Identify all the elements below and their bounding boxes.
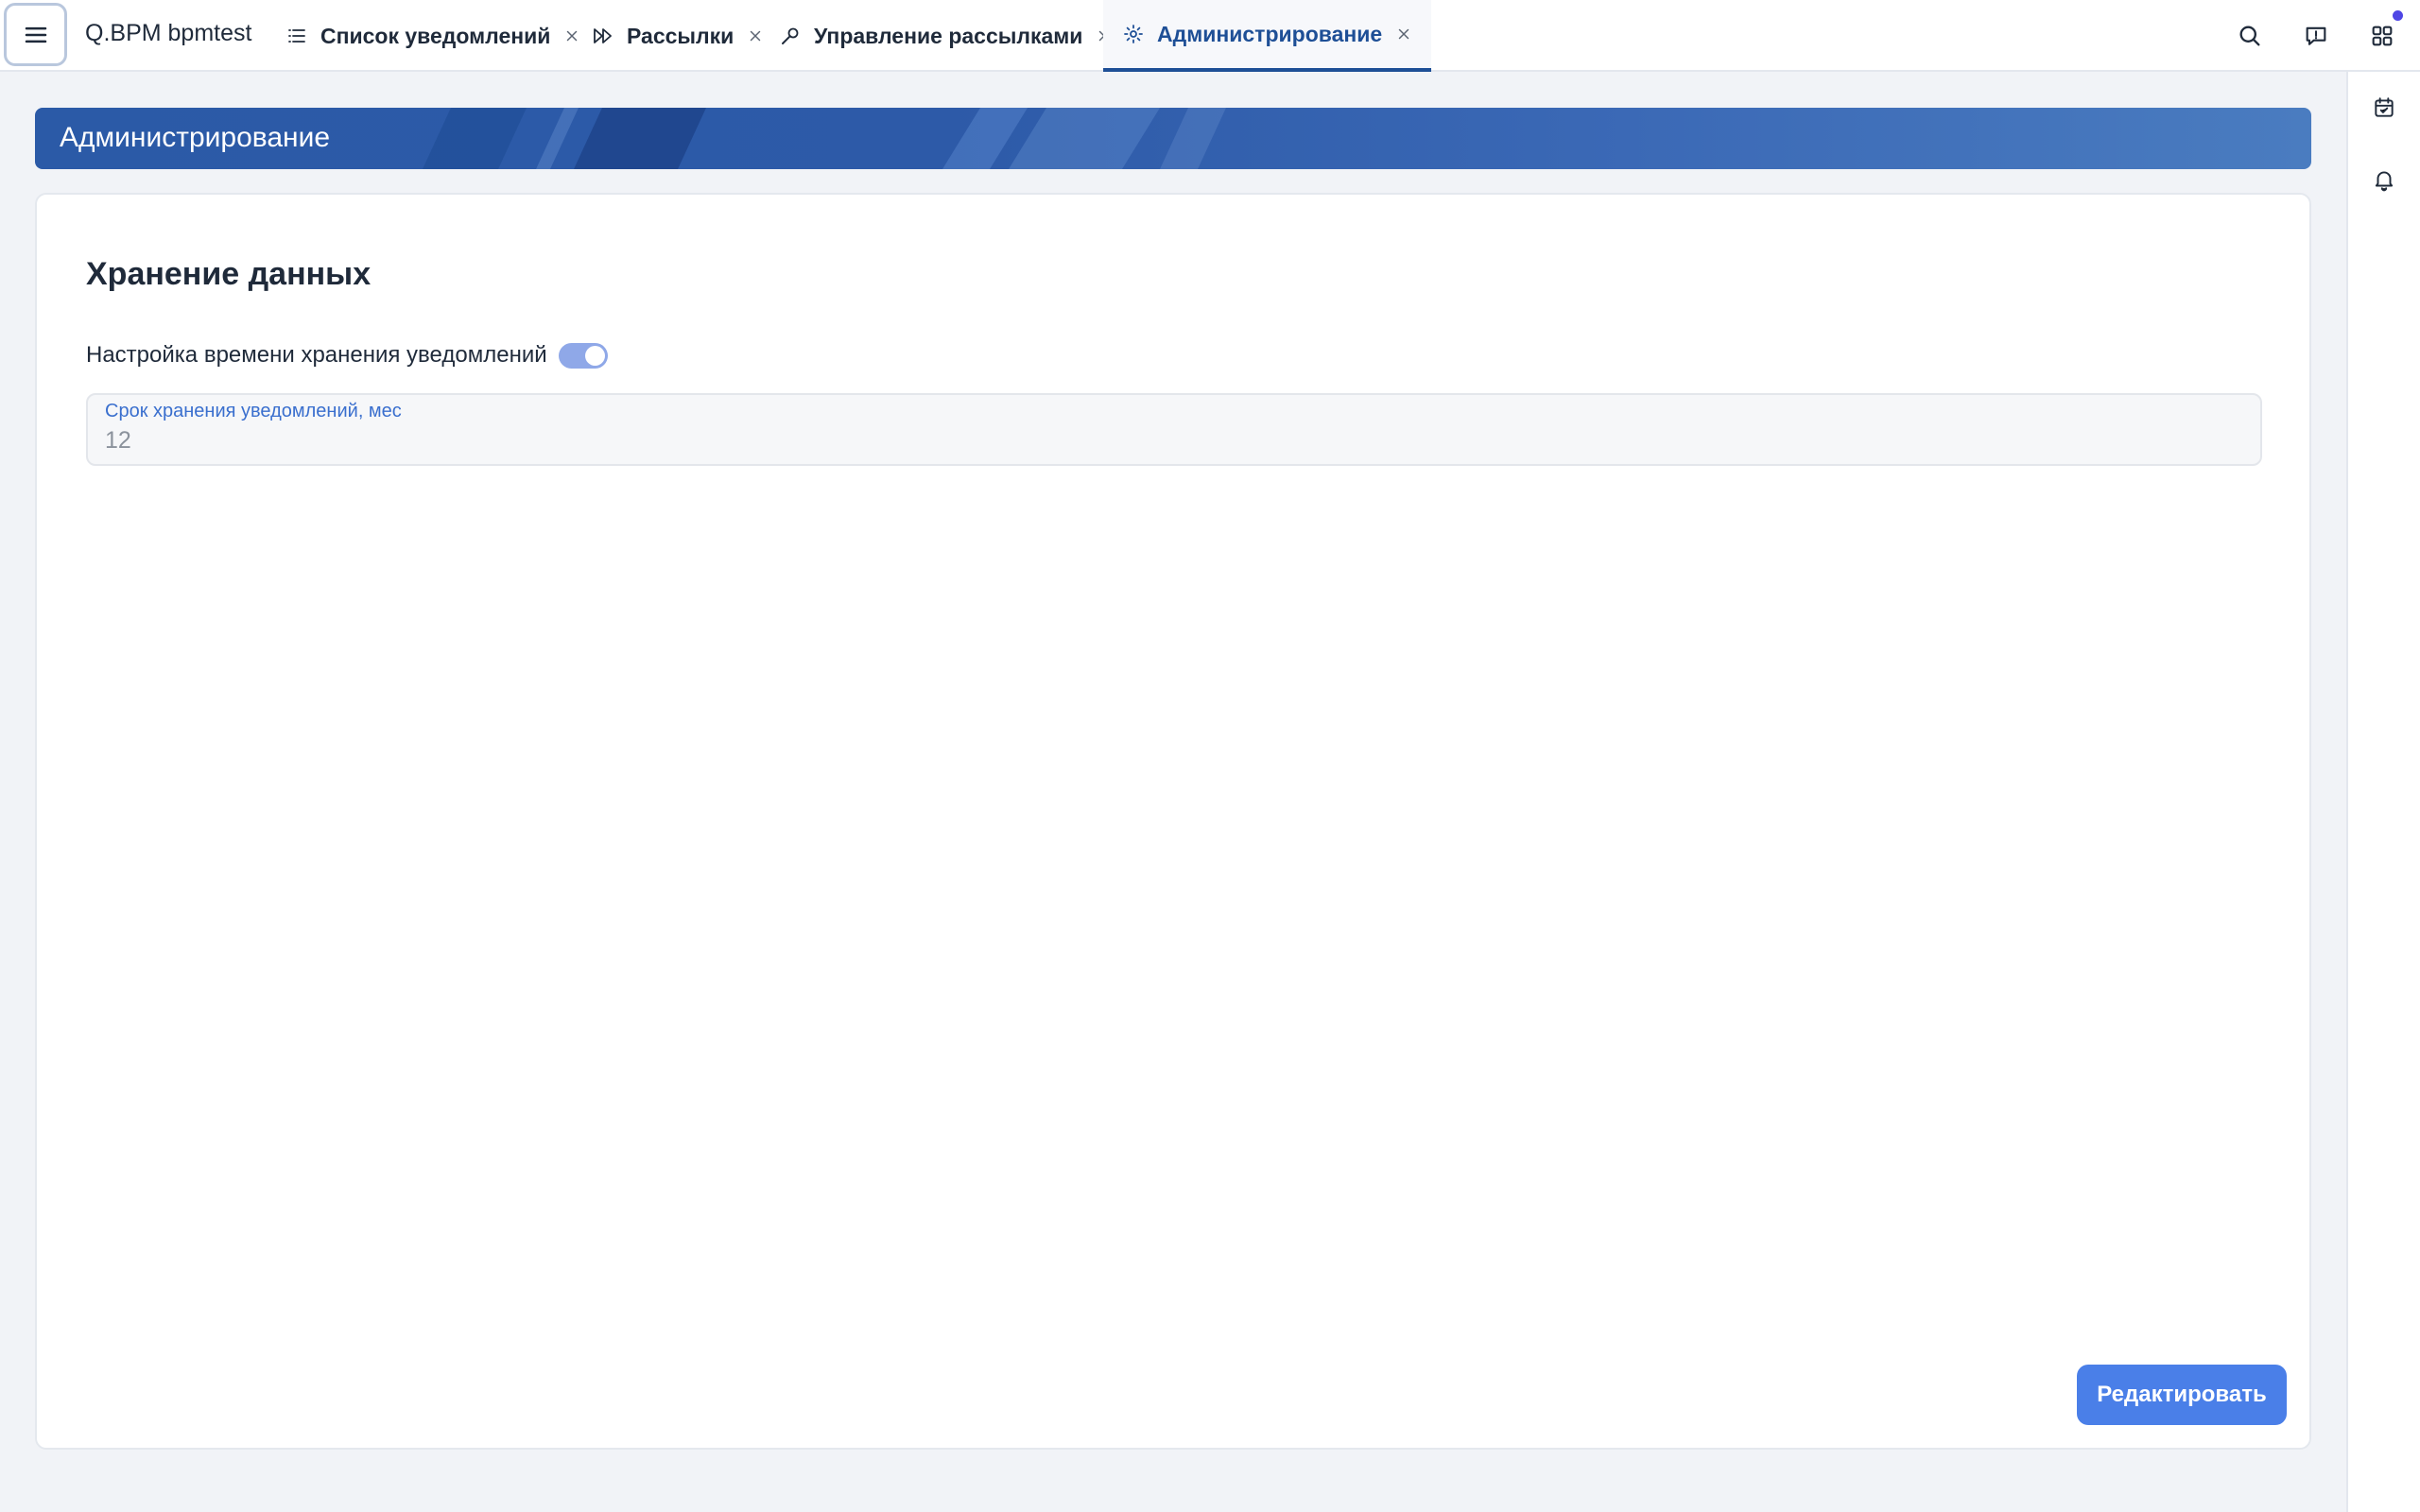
settings-card: Хранение данных Настройка времени хранен… [35,193,2311,1450]
tab-label: Рассылки [627,23,735,48]
tab-label: Администрирование [1157,21,1383,46]
apps-grid-icon [2369,23,2395,49]
menu-button[interactable] [4,3,67,66]
retention-toggle[interactable] [558,342,608,369]
feedback-icon [2303,23,2329,49]
tab-mailings[interactable]: Рассылки [592,0,764,72]
edit-button[interactable]: Редактировать [2077,1365,2287,1425]
toggle-knob [584,345,605,366]
gear-icon [1122,23,1145,45]
close-icon[interactable] [747,27,764,44]
calendar-button[interactable] [2369,93,2399,123]
tab-label: Список уведомлений [320,23,551,48]
tab-notification-list[interactable]: Список уведомлений [285,0,580,72]
hamburger-icon [22,21,50,49]
retention-setting-row: Настройка времени хранения уведомлений [86,338,608,372]
close-icon[interactable] [1395,26,1412,43]
list-icon [285,25,308,47]
close-icon[interactable] [563,27,580,44]
app-title: Q.BPM bpmtest [85,20,252,46]
page-header-banner: Администрирование [35,108,2311,169]
retention-period-field[interactable]: Срок хранения уведомлений, мес 12 [86,393,2262,466]
notifications-button[interactable] [2369,164,2399,195]
feedback-button[interactable] [2299,19,2333,53]
top-bar: Q.BPM bpmtest Список уведомлений Рассылк… [0,0,2420,72]
notification-dot [2393,10,2403,21]
tab-mailing-management[interactable]: Управление рассылками [779,0,1113,72]
field-value: 12 [105,427,131,454]
setting-label: Настройка времени хранения уведомлений [86,342,547,368]
tab-label: Управление рассылками [814,23,1083,48]
banner-decoration [423,108,1226,169]
fast-forward-icon [592,25,614,47]
tab-administration[interactable]: Администрирование [1103,0,1432,72]
page-title: Администрирование [60,122,331,153]
wrench-icon [779,25,802,47]
bell-icon [2372,167,2396,192]
section-title: Хранение данных [86,256,372,292]
search-button[interactable] [2233,19,2267,53]
right-rail [2346,72,2420,1512]
field-label: Срок хранения уведомлений, мес [105,401,402,421]
apps-button[interactable] [2365,10,2403,53]
calendar-icon [2372,95,2396,120]
search-icon [2237,23,2263,49]
